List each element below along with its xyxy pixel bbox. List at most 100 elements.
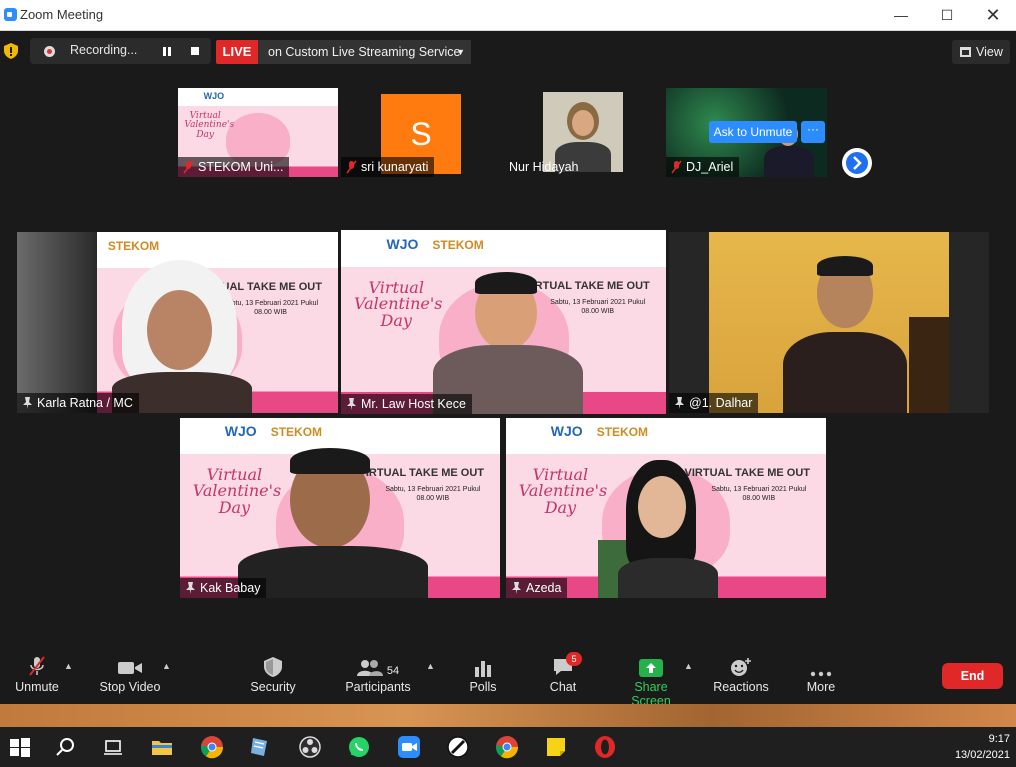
task-view-icon[interactable] bbox=[101, 735, 125, 759]
grid-view-icon bbox=[960, 47, 971, 57]
recording-dot-icon bbox=[44, 46, 55, 57]
participant-name-tag: sri kunaryati bbox=[341, 157, 435, 177]
whatsapp-icon[interactable] bbox=[347, 735, 371, 759]
participants-options-chevron-icon[interactable]: ▲ bbox=[426, 661, 435, 671]
stop-video-button[interactable]: Stop Video bbox=[96, 655, 164, 701]
participant-name-tag: Karla Ratna / MC bbox=[17, 393, 139, 413]
share-screen-button[interactable]: Share Screen bbox=[614, 655, 688, 708]
microphone-graphic bbox=[17, 232, 97, 413]
thumbnail-tile[interactable]: WJO Virtual Valentine's Day STEKOM Uni..… bbox=[178, 88, 338, 177]
chat-unread-badge: 5 bbox=[566, 652, 582, 666]
gallery-tile[interactable]: @1. Dalhar bbox=[669, 232, 989, 413]
obs-icon[interactable] bbox=[298, 735, 322, 759]
poster-info: Sabtu, 13 Februari 2021 Pukul 08.00 WIB bbox=[223, 299, 319, 317]
taskbar-clock[interactable]: 9:17 13/02/2021 bbox=[955, 731, 1010, 763]
clock-time: 9:17 bbox=[988, 733, 1010, 745]
participant-name-tag: Kak Babay bbox=[180, 578, 267, 598]
zoom-app-icon[interactable] bbox=[397, 735, 421, 759]
polls-icon bbox=[475, 661, 491, 677]
view-label: View bbox=[976, 45, 1003, 59]
unmute-button[interactable]: Unmute bbox=[8, 655, 66, 701]
pin-icon bbox=[675, 397, 684, 409]
meeting-topbar: Recording... LIVE on Custom Live Streami… bbox=[0, 31, 1016, 71]
chrome-icon-2[interactable] bbox=[495, 735, 519, 759]
thumbnail-tile[interactable]: S sri kunaryati bbox=[341, 88, 501, 177]
audio-options-chevron-icon[interactable]: ▲ bbox=[64, 661, 73, 671]
view-button[interactable]: View bbox=[952, 40, 1010, 64]
poster-headline: VIRTUAL TAKE ME OUT bbox=[358, 466, 484, 479]
gallery-tile[interactable]: WJO STEKOM Virtual Valentine's Day VIRTUA… bbox=[180, 418, 500, 598]
reactions-button[interactable]: Reactions bbox=[711, 655, 771, 701]
chevron-down-icon: ▼ bbox=[456, 47, 465, 57]
meeting-area: Recording... LIVE on Custom Live Streami… bbox=[0, 31, 1016, 704]
chrome-icon[interactable] bbox=[200, 735, 224, 759]
security-label: Security bbox=[250, 680, 296, 694]
share-options-chevron-icon[interactable]: ▲ bbox=[684, 661, 693, 671]
video-camera-icon bbox=[118, 662, 142, 674]
stop-recording-button[interactable] bbox=[191, 47, 199, 55]
ask-to-unmute-button[interactable]: Ask to Unmute bbox=[709, 121, 797, 143]
poster-script-title: Virtual Valentine's Day bbox=[184, 111, 235, 140]
recording-label: Recording... bbox=[70, 43, 138, 57]
more-label: More bbox=[806, 680, 836, 694]
participant-name: @1. Dalhar bbox=[689, 396, 753, 410]
windows-start-icon[interactable] bbox=[8, 735, 32, 759]
gallery-tile-active-speaker[interactable]: WJO STEKOM Virtual Valentine's Day VIRTUA… bbox=[341, 230, 666, 414]
participant-name-tag: Nur Hidayah bbox=[503, 157, 584, 177]
poster-script-title: Virtual Valentine's Day bbox=[354, 277, 443, 331]
muted-mic-icon bbox=[671, 160, 682, 174]
live-service-dropdown[interactable]: on Custom Live Streaming Service ▼ bbox=[258, 40, 471, 64]
unmute-label: Unmute bbox=[15, 680, 59, 694]
participant-name: sri kunaryati bbox=[361, 160, 429, 174]
participants-count: 54 bbox=[386, 665, 400, 677]
next-page-button[interactable] bbox=[842, 148, 872, 178]
participants-icon bbox=[356, 660, 383, 676]
reactions-label: Reactions bbox=[713, 680, 769, 694]
video-options-chevron-icon[interactable]: ▲ bbox=[162, 661, 171, 671]
participants-label: Participants bbox=[345, 680, 411, 694]
security-button[interactable]: Security bbox=[243, 655, 303, 701]
participant-name-tag: DJ_Ariel bbox=[666, 157, 740, 177]
chevron-right-icon bbox=[853, 156, 862, 170]
search-icon[interactable] bbox=[54, 735, 78, 759]
poster-info: Sabtu, 13 Februari 2021 Pukul 08.00 WIB bbox=[711, 485, 807, 502]
more-dots-icon bbox=[810, 671, 832, 677]
participant-name: DJ_Ariel bbox=[686, 160, 734, 174]
participant-name-tag: @1. Dalhar bbox=[669, 393, 759, 413]
participant-name-tag: Azeda bbox=[506, 578, 568, 598]
minimize-button[interactable]: — bbox=[878, 0, 924, 30]
opera-icon[interactable] bbox=[593, 735, 617, 759]
file-explorer-icon[interactable] bbox=[150, 735, 174, 759]
polls-label: Polls bbox=[469, 680, 497, 694]
live-service-label: on Custom Live Streaming Service bbox=[268, 45, 461, 59]
gallery-tile[interactable]: WJO STEKOM Virtual Valentine's Day VIRTUA… bbox=[506, 418, 826, 598]
participants-button[interactable]: 54 Participants bbox=[343, 655, 413, 701]
participant-name: Kak Babay bbox=[200, 581, 261, 595]
participant-name-tag: Mr. Law Host Kece bbox=[341, 394, 472, 414]
participant-name-tag: STEKOM Uni... bbox=[178, 157, 290, 177]
more-button[interactable]: More bbox=[800, 655, 842, 701]
end-meeting-button[interactable]: End bbox=[942, 663, 1003, 689]
pause-recording-button[interactable] bbox=[160, 44, 174, 58]
desktop-wallpaper bbox=[0, 704, 1016, 727]
poster-logo: WJO bbox=[203, 90, 225, 101]
poster-logo: WJOSTEKOM bbox=[550, 423, 649, 440]
thumbnail-tile[interactable]: Nur Hidayah bbox=[503, 88, 663, 177]
zoom-logo-icon bbox=[4, 8, 17, 21]
muted-mic-icon bbox=[183, 160, 194, 174]
recording-indicator: Recording... bbox=[30, 38, 211, 64]
close-button[interactable]: ✕ bbox=[970, 0, 1016, 30]
security-shield-icon[interactable] bbox=[4, 43, 18, 59]
smiley-plus-icon bbox=[731, 658, 751, 676]
chat-label: Chat bbox=[549, 680, 577, 694]
pin-icon bbox=[512, 582, 521, 594]
notepad-icon[interactable] bbox=[248, 735, 272, 759]
gallery-tile[interactable]: WJOSTEKOM VIRTUAL TAKE ME OUT Sabtu, 13 … bbox=[17, 232, 338, 413]
meeting-toolbar: Unmute ▲ Stop Video ▲ Security 54 Partic… bbox=[0, 641, 1016, 708]
sticky-notes-icon[interactable] bbox=[544, 735, 568, 759]
polls-button[interactable]: Polls bbox=[462, 655, 504, 701]
more-options-button[interactable]: ··· bbox=[801, 121, 825, 143]
inkscape-icon[interactable] bbox=[446, 735, 470, 759]
participant-name: Azeda bbox=[526, 581, 562, 595]
maximize-button[interactable]: ☐ bbox=[924, 0, 970, 30]
